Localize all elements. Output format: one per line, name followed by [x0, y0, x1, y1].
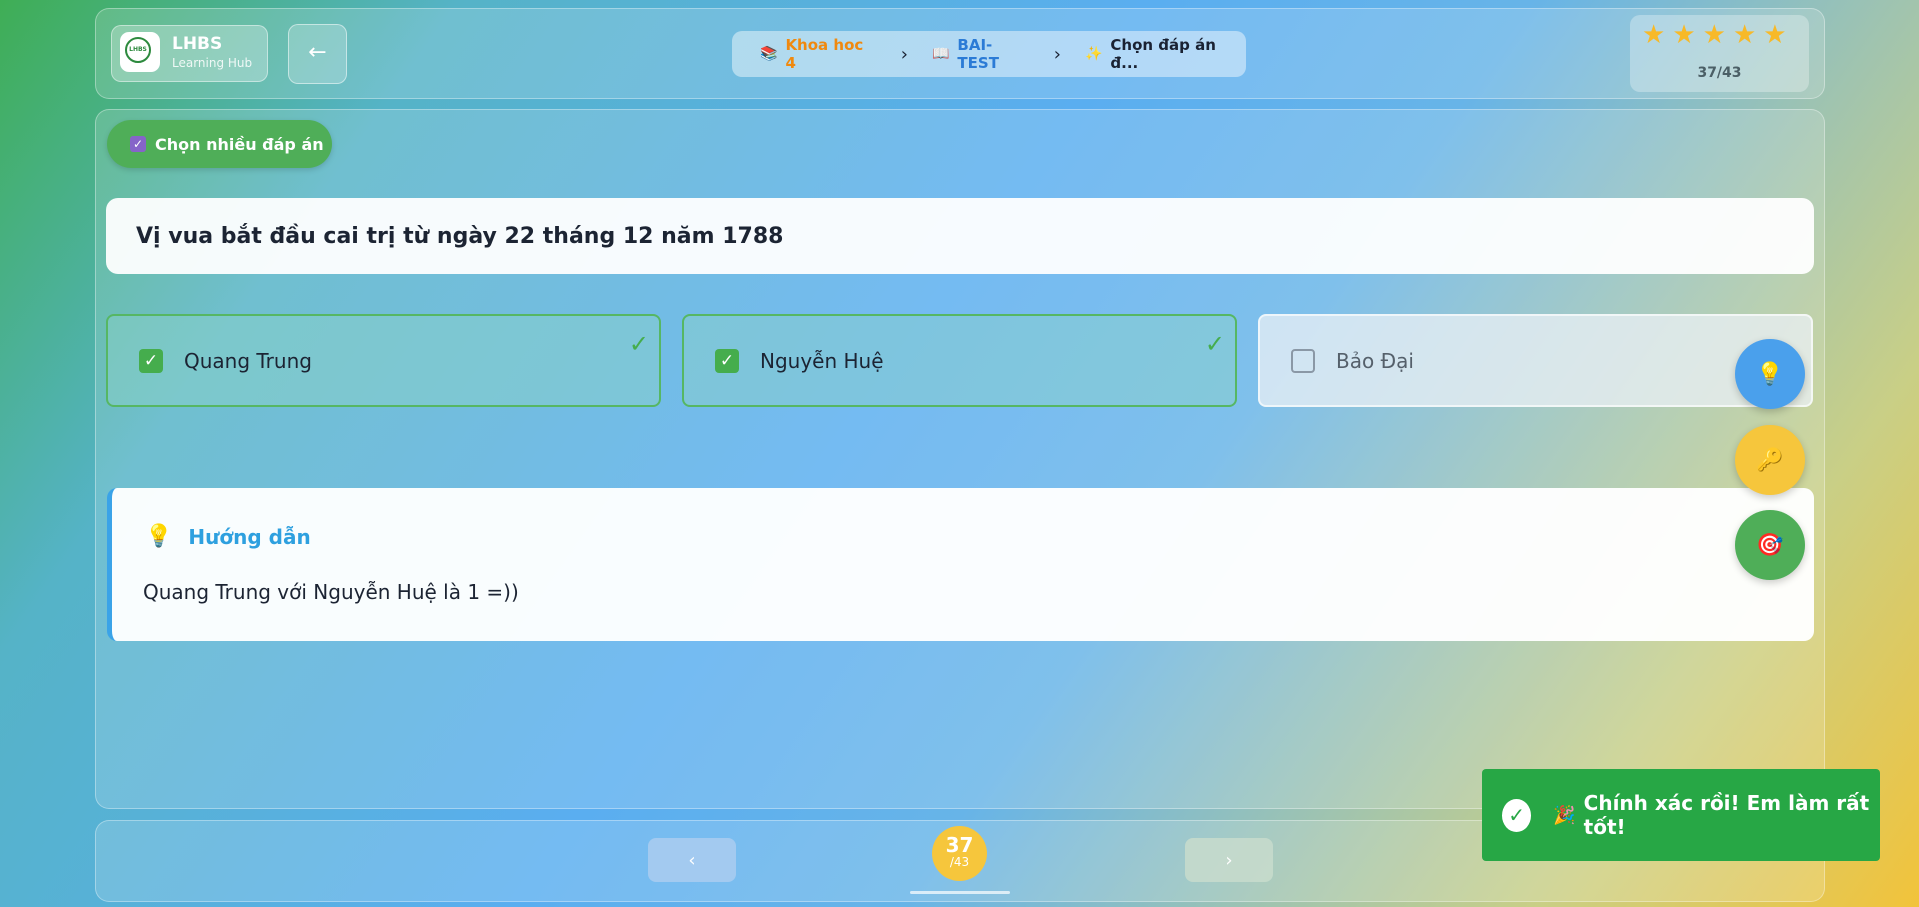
unchecked-box-icon	[1291, 348, 1315, 373]
arrow-left-icon: ←	[308, 40, 327, 65]
breadcrumb-lesson-label: BAI-TEST	[957, 36, 999, 72]
target-icon: 🎯	[1756, 532, 1784, 558]
logo-subtitle: Learning Hub	[172, 56, 253, 70]
guide-body: Quang Trung với Nguyễn Huệ là 1 =))	[143, 580, 519, 604]
star-icon: ★	[1702, 20, 1726, 50]
star-icon: ★	[1763, 20, 1787, 50]
lightbulb-icon: 💡	[1756, 361, 1784, 387]
sparkles-icon: ✨	[1084, 46, 1103, 62]
breadcrumb-course[interactable]: 📚 Khoa hoc 4	[760, 36, 877, 72]
star-rating: ★ ★ ★ ★ ★ 37/43	[1630, 15, 1809, 92]
option-nguyen-hue[interactable]: ✓ Nguyễn Huệ ✓	[682, 314, 1237, 407]
logo-name: LHBS	[172, 34, 223, 54]
logo-badge: LHBS	[120, 32, 160, 72]
breadcrumb-lesson[interactable]: 📖 BAI-TEST	[932, 36, 1030, 72]
breadcrumb-course-label: Khoa hoc 4	[785, 36, 864, 72]
question-type-label: Chọn nhiều đáp án	[155, 134, 324, 154]
star-icon: ★	[1642, 20, 1666, 50]
chevron-right-icon: ›	[900, 43, 908, 65]
star-icon: ★	[1732, 20, 1757, 50]
checked-icon: ✓	[715, 348, 739, 373]
guide-header: 💡 Hướng dẫn	[145, 524, 311, 549]
chevron-left-icon: ‹	[688, 849, 696, 871]
page-current: 37	[945, 833, 974, 857]
option-label: Bảo Đại	[1336, 348, 1414, 373]
option-bao-dai[interactable]: Bảo Đại	[1258, 314, 1813, 407]
logo-ring: LHBS	[125, 37, 151, 63]
books-icon: 📚	[760, 46, 778, 62]
page-indicator: 37 /43	[932, 826, 987, 881]
toast-message: Chính xác rồi! Em làm rất tốt!	[1583, 791, 1870, 839]
back-button[interactable]: ←	[288, 24, 347, 84]
app-logo[interactable]: LHBS LHBS Learning Hub	[111, 25, 268, 82]
checkbox-icon: ✓	[130, 136, 146, 152]
option-label: Nguyễn Huệ	[760, 348, 884, 373]
guide-title: Hướng dẫn	[188, 524, 311, 549]
next-question-button[interactable]: ›	[1185, 838, 1273, 882]
lightbulb-icon: 💡	[145, 524, 173, 549]
breadcrumb: 📚 Khoa hoc 4 › 📖 BAI-TEST › ✨ Chọn đáp á…	[732, 31, 1246, 77]
option-label: Quang Trung	[184, 348, 312, 373]
prev-question-button[interactable]: ‹	[648, 838, 736, 882]
success-toast: ✓ 🎉 Chính xác rồi! Em làm rất tốt!	[1482, 769, 1880, 861]
question-text: Vị vua bắt đầu cai trị từ ngày 22 tháng …	[106, 198, 1814, 274]
correct-check-icon: ✓	[1204, 330, 1225, 358]
page-total: /43	[949, 855, 970, 869]
open-book-icon: 📖	[931, 46, 950, 62]
checked-icon: ✓	[139, 348, 163, 373]
chevron-right-icon: ›	[1053, 43, 1061, 65]
party-popper-icon: 🎉	[1553, 804, 1576, 826]
chevron-right-icon: ›	[1225, 849, 1233, 871]
star-progress: 37/43	[1697, 65, 1742, 81]
breadcrumb-current: ✨ Chọn đáp án đ...	[1085, 36, 1246, 72]
key-icon: 🔑	[1756, 447, 1784, 473]
question-type-tag: ✓ Chọn nhiều đáp án	[107, 120, 332, 168]
answer-key-button[interactable]: 🔑	[1735, 425, 1805, 495]
page-progress-bar	[910, 891, 1010, 894]
target-button[interactable]: 🎯	[1735, 510, 1805, 580]
correct-check-icon: ✓	[628, 330, 649, 358]
hint-button[interactable]: 💡	[1735, 339, 1805, 409]
option-quang-trung[interactable]: ✓ Quang Trung ✓	[106, 314, 661, 407]
check-circle-icon: ✓	[1502, 798, 1532, 832]
star-icon: ★	[1672, 20, 1696, 50]
breadcrumb-current-label: Chọn đáp án đ...	[1110, 36, 1216, 72]
guide-card: 💡 Hướng dẫn Quang Trung với Nguyễn Huệ l…	[107, 488, 1814, 641]
stars-row: ★ ★ ★ ★ ★	[1642, 20, 1787, 50]
